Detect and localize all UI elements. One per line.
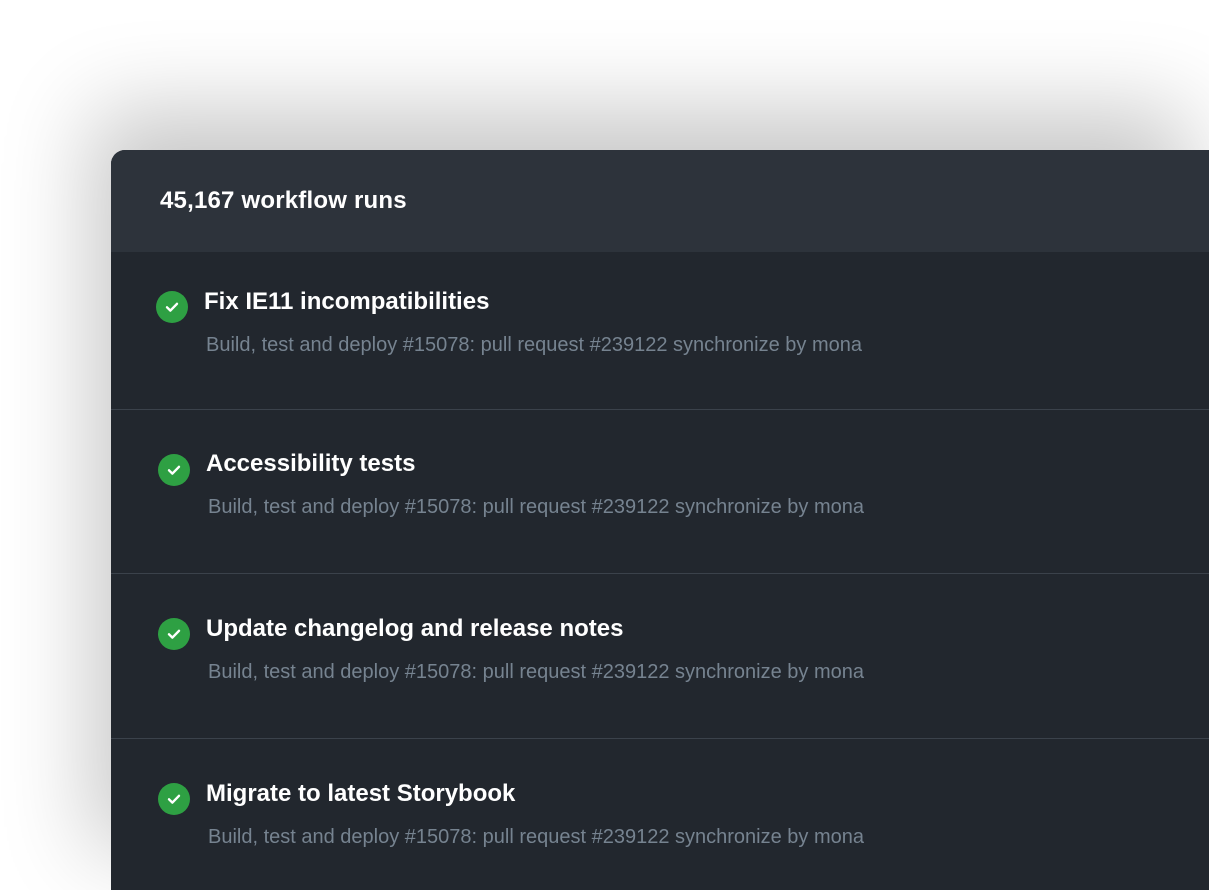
workflow-run-meta: Build, test and deploy #15078: pull requ… xyxy=(208,496,865,518)
workflow-run-row[interactable]: Update changelog and release notes Build… xyxy=(111,574,1209,739)
workflow-run-meta: Build, test and deploy #15078: pull requ… xyxy=(208,661,865,683)
check-circle-icon xyxy=(158,783,190,815)
workflow-run-title[interactable]: Migrate to latest Storybook xyxy=(206,780,515,808)
workflow-run-row[interactable]: Migrate to latest Storybook Build, test … xyxy=(111,739,1209,890)
workflow-run-title[interactable]: Update changelog and release notes xyxy=(206,615,623,643)
workflow-run-meta: Build, test and deploy #15078: pull requ… xyxy=(206,334,863,356)
workflow-run-row[interactable]: Fix IE11 incompatibilities Build, test a… xyxy=(111,252,1209,410)
panel-header: 45,167 workflow runs xyxy=(111,150,1209,252)
check-circle-icon xyxy=(158,618,190,650)
workflow-runs-count: 45,167 workflow runs xyxy=(160,187,407,214)
workflow-run-title[interactable]: Fix IE11 incompatibilities xyxy=(204,288,489,316)
check-circle-icon xyxy=(156,291,188,323)
workflow-runs-panel: 45,167 workflow runs Fix IE11 incompatib… xyxy=(111,150,1209,890)
workflow-run-title[interactable]: Accessibility tests xyxy=(206,450,415,478)
workflow-run-row[interactable]: Accessibility tests Build, test and depl… xyxy=(111,410,1209,574)
workflow-run-meta: Build, test and deploy #15078: pull requ… xyxy=(208,826,865,848)
check-circle-icon xyxy=(158,454,190,486)
workflow-run-list: Fix IE11 incompatibilities Build, test a… xyxy=(111,252,1209,890)
